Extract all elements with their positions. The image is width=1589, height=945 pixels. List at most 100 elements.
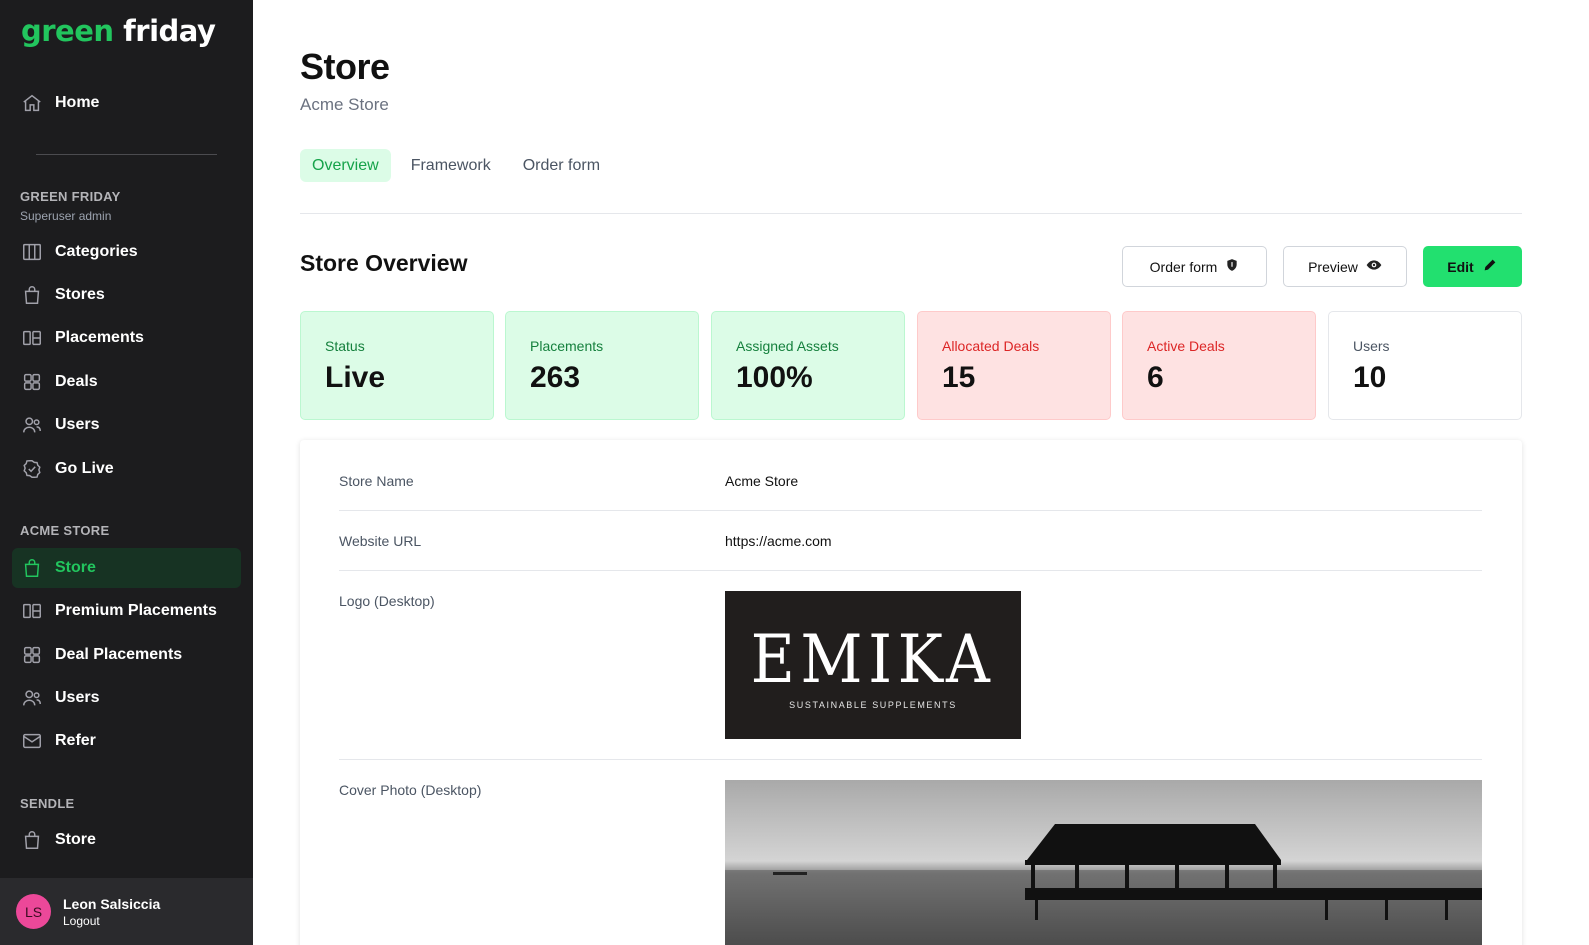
user-profile[interactable]: LS Leon Salsiccia Logout <box>0 878 253 945</box>
stat-card-status: Status Live <box>300 311 494 420</box>
tab-overview[interactable]: Overview <box>300 149 391 182</box>
sidebar-item-categories[interactable]: Categories <box>12 232 241 272</box>
tab-order-form[interactable]: Order form <box>511 149 612 182</box>
stat-label: Users <box>1353 338 1390 354</box>
row-divider <box>339 759 1482 760</box>
order-form-button[interactable]: Order form <box>1122 246 1267 287</box>
grid-icon <box>20 643 44 667</box>
tab-framework[interactable]: Framework <box>399 149 503 182</box>
store-details-card: Store Name Acme Store Website URL https:… <box>300 440 1522 945</box>
badge-check-icon <box>20 457 44 481</box>
shopping-bag-icon <box>20 556 44 580</box>
edit-button-label: Edit <box>1447 258 1474 275</box>
stat-label: Allocated Deals <box>942 338 1040 354</box>
store-logo-image: EMIKA SUSTAINABLE SUPPLEMENTS <box>725 591 1021 739</box>
shield-icon <box>1225 258 1239 275</box>
store-name-label: Store Name <box>339 473 414 489</box>
sidebar-item-go-live[interactable]: Go Live <box>12 449 241 489</box>
cover-photo-image <box>725 780 1482 945</box>
envelope-icon <box>20 729 44 753</box>
order-form-button-label: Order form <box>1149 258 1218 275</box>
stat-value: 10 <box>1353 361 1387 394</box>
sidebar: green friday Home GREEN FRIDAY Superuser… <box>0 0 253 945</box>
edit-button[interactable]: Edit <box>1423 246 1522 287</box>
eye-icon <box>1366 257 1382 276</box>
website-url-value: https://acme.com <box>725 533 832 549</box>
stat-card-placements: Placements 263 <box>505 311 699 420</box>
brand-logo-part2: friday <box>123 14 216 48</box>
stat-label: Placements <box>530 338 604 354</box>
brand-logo-part1: green <box>21 14 114 48</box>
pencil-icon <box>1482 257 1498 276</box>
stat-value: 263 <box>530 361 581 394</box>
preview-button-label: Preview <box>1308 258 1358 275</box>
preview-button[interactable]: Preview <box>1283 246 1407 287</box>
shopping-bag-icon <box>20 828 44 852</box>
sidebar-item-label: Go Live <box>55 460 114 477</box>
stat-value: 6 <box>1147 361 1164 394</box>
sidebar-item-home[interactable]: Home <box>12 83 241 123</box>
stat-label: Active Deals <box>1147 338 1225 354</box>
placements-icon <box>20 599 44 623</box>
stat-card-assigned-assets: Assigned Assets 100% <box>711 311 905 420</box>
sidebar-section-title: ACME STORE <box>20 523 110 538</box>
shopping-bag-icon <box>20 283 44 307</box>
sidebar-item-stores[interactable]: Stores <box>12 275 241 315</box>
logo-desktop-label: Logo (Desktop) <box>339 593 435 609</box>
sidebar-item-label: Store <box>55 831 96 848</box>
sidebar-item-deals[interactable]: Deals <box>12 362 241 402</box>
sidebar-item-store[interactable]: Store <box>12 548 241 588</box>
page-subtitle: Acme Store <box>300 95 389 114</box>
sidebar-item-label: Home <box>55 94 100 111</box>
sidebar-item-label: Placements <box>55 329 144 346</box>
placements-icon <box>20 326 44 350</box>
logout-link[interactable]: Logout <box>63 914 160 928</box>
sidebar-section-subtitle: Superuser admin <box>20 209 112 223</box>
logo-tagline: SUSTAINABLE SUPPLEMENTS <box>789 700 957 710</box>
stat-value: 15 <box>942 361 976 394</box>
grid-icon <box>20 370 44 394</box>
users-icon <box>20 686 44 710</box>
sidebar-item-users[interactable]: Users <box>12 405 241 445</box>
pier-silhouette-image <box>725 780 1482 945</box>
stat-card-active-deals: Active Deals 6 <box>1122 311 1316 420</box>
main-content: Store Acme Store Overview Framework Orde… <box>253 0 1589 945</box>
cover-photo-label: Cover Photo (Desktop) <box>339 782 482 798</box>
stat-value: 100% <box>736 361 813 394</box>
user-name: Leon Salsiccia <box>63 895 161 912</box>
sidebar-item-label: Store <box>55 559 96 576</box>
tabs-divider <box>300 213 1522 214</box>
section-title: Store Overview <box>300 250 468 276</box>
sidebar-item-label: Stores <box>55 286 105 303</box>
logo-wordmark: EMIKA <box>750 621 996 698</box>
sidebar-item-sendle-store[interactable]: Store <box>12 820 241 860</box>
sidebar-item-label: Categories <box>55 243 138 260</box>
row-divider <box>339 570 1482 571</box>
sidebar-divider <box>36 154 217 155</box>
website-url-label: Website URL <box>339 533 422 549</box>
sidebar-item-deal-placements[interactable]: Deal Placements <box>12 635 241 675</box>
brand-logo[interactable]: green friday <box>21 14 216 48</box>
sidebar-section-title: GREEN FRIDAY <box>20 189 121 204</box>
home-icon <box>20 91 44 115</box>
page-title: Store <box>300 46 390 87</box>
columns-icon <box>20 240 44 264</box>
sidebar-item-label: Deals <box>55 373 98 390</box>
stat-value: Live <box>325 361 386 394</box>
stat-label: Status <box>325 338 365 354</box>
sidebar-item-premium-placements[interactable]: Premium Placements <box>12 591 241 631</box>
sidebar-item-label: Premium Placements <box>55 602 217 619</box>
sidebar-item-label: Refer <box>55 732 96 749</box>
tab-bar: Overview Framework Order form <box>300 149 612 182</box>
stat-card-allocated-deals: Allocated Deals 15 <box>917 311 1111 420</box>
sidebar-item-placements[interactable]: Placements <box>12 318 241 358</box>
sidebar-item-store-users[interactable]: Users <box>12 678 241 718</box>
sidebar-item-label: Deal Placements <box>55 646 183 663</box>
users-icon <box>20 413 44 437</box>
avatar: LS <box>16 894 51 929</box>
stat-card-users: Users 10 <box>1328 311 1522 420</box>
sidebar-item-label: Users <box>55 416 100 433</box>
row-divider <box>339 510 1482 511</box>
sidebar-item-refer[interactable]: Refer <box>12 721 241 761</box>
sidebar-item-label: Users <box>55 689 100 706</box>
